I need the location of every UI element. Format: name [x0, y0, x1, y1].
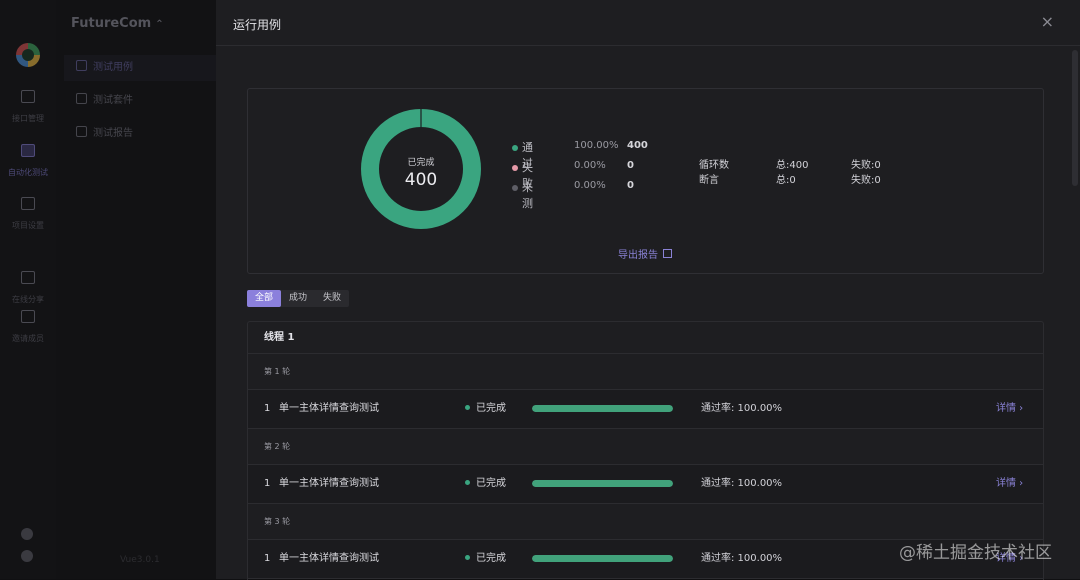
case-name: 单一主体详情查询测试	[279, 553, 379, 564]
case-index: 1	[264, 403, 271, 414]
rail-item-api[interactable]: 接口管理	[0, 90, 56, 125]
legend-dot	[512, 185, 518, 191]
drawer-scrollbar[interactable]	[1072, 50, 1078, 186]
legend-dot	[512, 145, 518, 151]
status-dot	[465, 405, 470, 410]
sidebar-item-test-reports[interactable]: 测试报告	[64, 121, 216, 147]
stats-label: 断言	[699, 175, 719, 186]
progress-fill	[532, 480, 673, 487]
round-header: 第 1 轮	[248, 354, 1043, 390]
case-row: 1 单一主体详情查询测试 已完成 通过率: 100.00% 详情 ›	[248, 465, 1043, 504]
rail-label: 项目设置	[12, 221, 44, 230]
donut-total: 400	[404, 170, 438, 190]
legend-name: 未测	[522, 181, 533, 210]
stats-total: 总:400	[776, 160, 809, 171]
watermark: @稀土掘金技术社区	[899, 543, 1052, 563]
filter-all[interactable]: 全部	[247, 290, 282, 307]
round-header: 第 3 轮	[248, 504, 1043, 540]
legend-percent: 0.00%	[574, 180, 606, 191]
sidebar-item-label: 测试用例	[93, 62, 133, 73]
case-detail-link[interactable]: 详情 ›	[996, 390, 1023, 428]
export-report-label: 导出报告	[618, 250, 658, 261]
run-cases-drawer: 运行用例 × 已完成 400 通过 100.00% 400 失败 0.00% 0	[216, 0, 1080, 580]
case-status: 已完成	[465, 465, 506, 503]
result-filter-tabs: 全部 成功 失败	[247, 290, 350, 307]
case-status-label: 已完成	[476, 403, 506, 414]
settings-icon	[21, 197, 35, 210]
stats-label: 循环数	[699, 160, 729, 171]
drawer-title: 运行用例	[233, 18, 282, 32]
stats-total: 总:0	[776, 175, 796, 186]
case-pass-rate: 通过率: 100.00%	[701, 403, 783, 414]
case-status: 已完成	[465, 390, 506, 428]
version-label: Vue3.0.1	[120, 555, 160, 565]
suite-icon	[76, 93, 87, 104]
api-icon	[21, 90, 35, 103]
external-link-icon	[663, 249, 672, 258]
legend-count: 0	[627, 160, 634, 171]
legend-dot	[512, 165, 518, 171]
automation-icon	[21, 144, 35, 157]
rail-item-invite[interactable]: 邀请成员	[0, 310, 56, 345]
project-name: FutureCom	[71, 16, 152, 31]
bell-icon[interactable]	[21, 528, 33, 540]
stats-failed: 失败:0	[851, 175, 881, 186]
case-progress-bar	[532, 555, 673, 562]
project-switcher[interactable]: FutureCom ⌃	[71, 16, 164, 31]
rail-label: 自动化测试	[8, 168, 48, 177]
report-icon	[76, 126, 87, 137]
share-icon	[21, 271, 35, 284]
status-dot	[465, 480, 470, 485]
close-icon[interactable]: ×	[1041, 12, 1054, 31]
run-summary-card: 已完成 400 通过 100.00% 400 失败 0.00% 0 未测 0.0…	[247, 88, 1044, 274]
app-logo[interactable]	[16, 43, 40, 67]
rail-item-automation[interactable]: 自动化测试	[0, 144, 56, 179]
sidebar-item-label: 测试套件	[93, 95, 133, 106]
project-sidebar: FutureCom ⌃ 测试用例 测试套件 测试报告 Vue3.0.1	[56, 0, 216, 579]
filter-success[interactable]: 成功	[281, 290, 315, 307]
rail-label: 接口管理	[12, 114, 44, 123]
case-progress-bar	[532, 405, 673, 412]
rail-item-settings[interactable]: 项目设置	[0, 197, 56, 232]
case-name: 单一主体详情查询测试	[279, 403, 379, 414]
stats-failed: 失败:0	[851, 160, 881, 171]
rail-label: 邀请成员	[12, 334, 44, 343]
sidebar-item-label: 测试报告	[93, 128, 133, 139]
export-report-link[interactable]: 导出报告	[618, 246, 672, 261]
progress-fill	[532, 405, 673, 412]
case-detail-link[interactable]: 详情 ›	[996, 465, 1023, 503]
case-row: 1 单一主体详情查询测试 已完成 通过率: 100.00% 详情 ›	[248, 390, 1043, 429]
thread-title: 线程 1	[248, 322, 1043, 354]
round-header: 第 2 轮	[248, 429, 1043, 465]
filter-failed[interactable]: 失败	[315, 290, 349, 307]
chevron-updown-icon: ⌃	[155, 19, 164, 30]
case-pass-rate: 通过率: 100.00%	[701, 478, 783, 489]
case-status-label: 已完成	[476, 553, 506, 564]
legend-percent: 100.00%	[574, 140, 619, 151]
case-index: 1	[264, 478, 271, 489]
sidebar-item-test-cases[interactable]: 测试用例	[64, 55, 216, 81]
case-status-label: 已完成	[476, 478, 506, 489]
case-name: 单一主体详情查询测试	[279, 478, 379, 489]
invite-icon	[21, 310, 35, 323]
case-index: 1	[264, 553, 271, 564]
case-status: 已完成	[465, 540, 506, 578]
drawer-header: 运行用例 ×	[216, 0, 1080, 46]
rail-item-share[interactable]: 在线分享	[0, 271, 56, 306]
sidebar-item-test-suites[interactable]: 测试套件	[64, 88, 216, 114]
legend-count: 400	[627, 140, 648, 151]
rail-label: 在线分享	[12, 295, 44, 304]
legend-count: 0	[627, 180, 634, 191]
app-rail: 接口管理 自动化测试 项目设置 在线分享 邀请成员	[0, 0, 56, 579]
status-dot	[465, 555, 470, 560]
progress-fill	[532, 555, 673, 562]
donut-caption-label: 已完成	[407, 158, 435, 168]
gear-icon[interactable]	[21, 550, 33, 562]
case-pass-rate: 通过率: 100.00%	[701, 553, 783, 564]
file-icon	[76, 60, 87, 71]
case-progress-bar	[532, 480, 673, 487]
donut-caption: 已完成 400	[360, 155, 482, 190]
legend-percent: 0.00%	[574, 160, 606, 171]
